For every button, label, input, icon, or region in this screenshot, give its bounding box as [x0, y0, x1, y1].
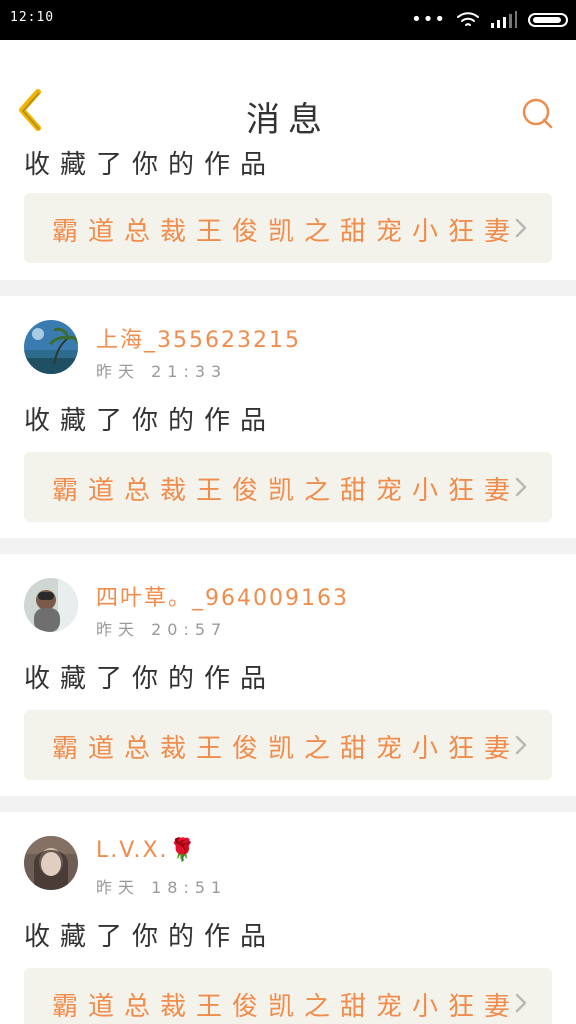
avatar-image — [24, 578, 78, 632]
work-card[interactable]: 霸道总裁王俊凯之甜宠小狂妻 — [24, 710, 552, 780]
message-time: 昨天 18:51 — [96, 878, 228, 897]
section-divider — [0, 280, 576, 296]
section-divider — [0, 796, 576, 812]
avatar-image — [24, 836, 78, 890]
battery-icon — [528, 13, 568, 27]
user-name[interactable]: L.V.X.🌹 — [96, 838, 198, 863]
work-title: 霸道总裁王俊凯之甜宠小狂妻 — [52, 476, 521, 506]
avatar[interactable] — [24, 578, 78, 632]
message-item: 上海_355623215 昨天 21:33 收藏了你的作品 霸道总裁王俊凯之甜宠… — [0, 296, 576, 538]
user-name[interactable]: 四叶草。_964009163 — [96, 580, 349, 612]
message-item: 四叶草。_964009163 昨天 20:57 收藏了你的作品 霸道总裁王俊凯之… — [0, 554, 576, 796]
message-item: 收藏了你的作品 霸道总裁王俊凯之甜宠小狂妻 — [0, 148, 576, 280]
search-icon[interactable] — [520, 96, 554, 130]
chevron-right-icon — [515, 218, 527, 238]
avatar[interactable] — [24, 836, 78, 890]
message-action-text: 收藏了你的作品 — [24, 922, 277, 952]
message-time: 昨天 20:57 — [96, 620, 228, 639]
work-card[interactable]: 霸道总裁王俊凯之甜宠小狂妻 — [24, 968, 552, 1024]
message-item: L.V.X.🌹 昨天 18:51 收藏了你的作品 霸道总裁王俊凯之甜宠小狂妻 — [0, 812, 576, 1024]
chevron-right-icon — [515, 477, 527, 497]
work-title: 霸道总裁王俊凯之甜宠小狂妻 — [52, 992, 521, 1022]
user-name[interactable]: 上海_355623215 — [96, 322, 301, 354]
message-list: 收藏了你的作品 霸道总裁王俊凯之甜宠小狂妻 上海_355623215 昨天 21… — [0, 148, 576, 1024]
message-action-text: 收藏了你的作品 — [24, 664, 277, 694]
section-divider — [0, 538, 576, 554]
chevron-right-icon — [515, 993, 527, 1013]
page-title: 消息 — [246, 100, 330, 140]
signal-icon — [491, 11, 517, 28]
top-navigation-bar: 消息 — [0, 40, 576, 149]
message-time: 昨天 21:33 — [96, 362, 228, 381]
chevron-right-icon — [515, 735, 527, 755]
message-action-text: 收藏了你的作品 — [24, 150, 277, 180]
more-dots-icon: ••• — [411, 9, 446, 30]
work-card[interactable]: 霸道总裁王俊凯之甜宠小狂妻 — [24, 193, 552, 263]
message-action-text: 收藏了你的作品 — [24, 406, 277, 436]
work-card[interactable]: 霸道总裁王俊凯之甜宠小狂妻 — [24, 452, 552, 522]
status-time: 12:10 — [10, 10, 55, 25]
wifi-icon — [457, 12, 479, 26]
status-icons: ••• — [411, 8, 568, 32]
avatar[interactable] — [24, 320, 78, 374]
avatar-image — [24, 320, 78, 374]
status-bar: 12:10 ••• — [0, 0, 576, 40]
work-title: 霸道总裁王俊凯之甜宠小狂妻 — [52, 734, 521, 764]
work-title: 霸道总裁王俊凯之甜宠小狂妻 — [52, 217, 521, 247]
